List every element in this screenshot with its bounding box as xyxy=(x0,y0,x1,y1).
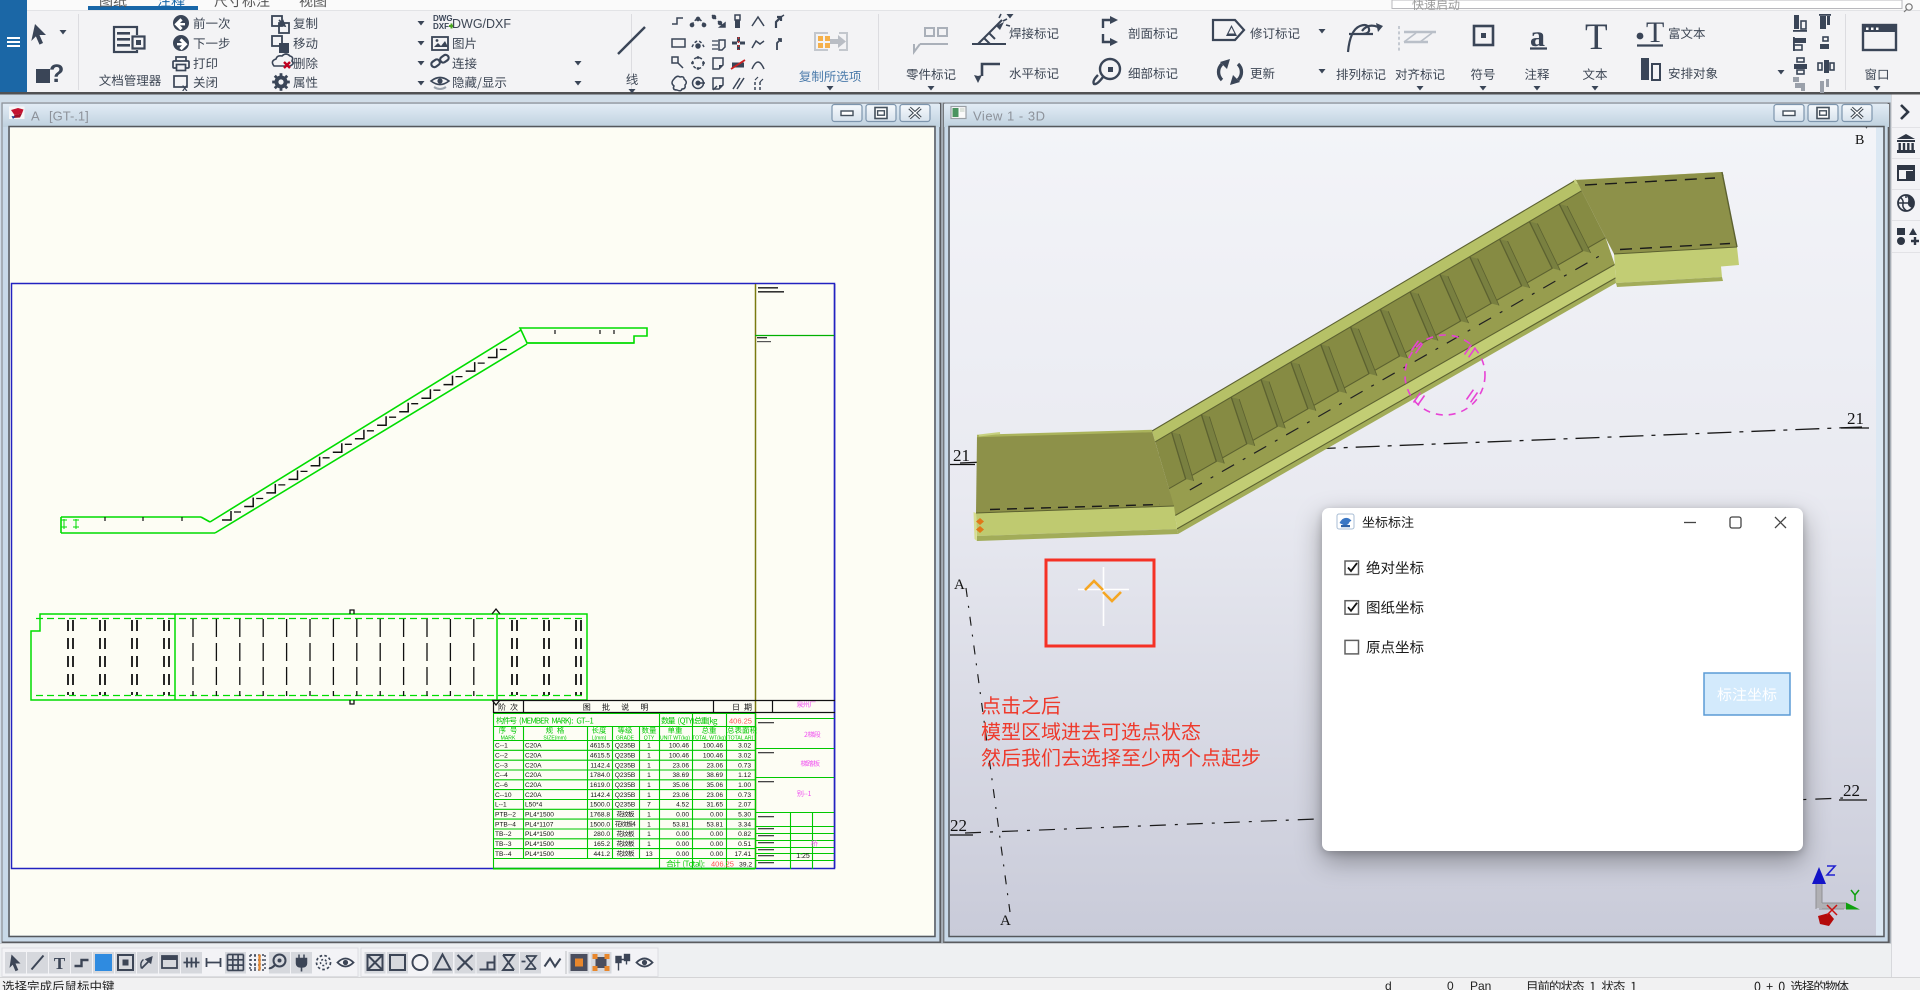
svg-text:Pan: Pan xyxy=(1470,979,1491,990)
svg-text:0: 0 xyxy=(1447,979,1454,990)
svg-text:d: d xyxy=(1385,979,1392,990)
svg-text:T: T xyxy=(54,954,66,973)
